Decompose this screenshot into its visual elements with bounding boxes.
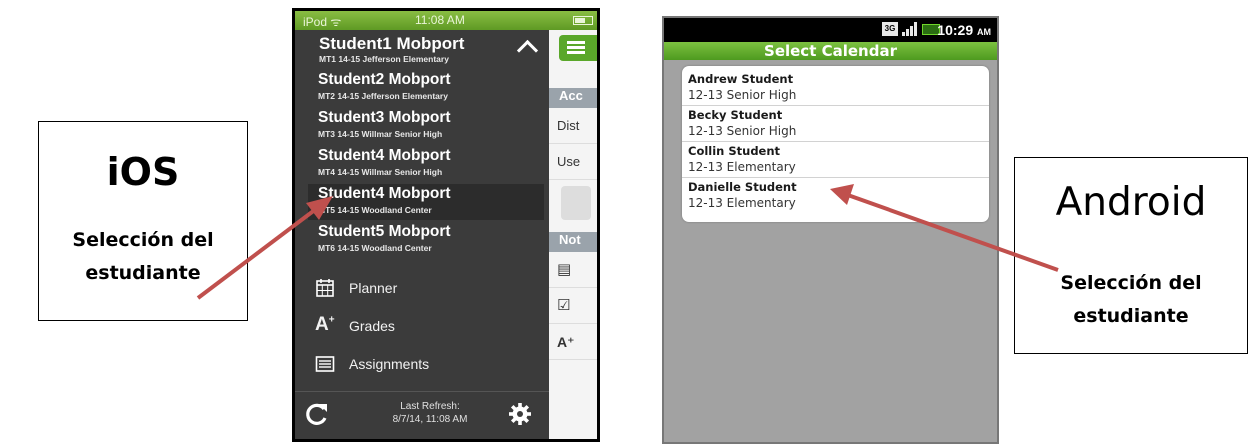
ios-screenshot: iPod ᯤ 11:08 AM Student1 Mobport MT1 14-… [292, 8, 600, 442]
content-row-icon: ☑ [549, 288, 597, 324]
student-detail: MT6 14-15 Woodland Center [318, 243, 432, 253]
last-refresh-text: Last Refresh: 8/7/14, 11:08 AM [375, 400, 485, 426]
current-student-detail: MT1 14-15 Jefferson Elementary [319, 54, 449, 64]
main-content-behind: Acc Dist Use Not ▤ ☑ A⁺ [549, 30, 597, 439]
calendar-icon [316, 279, 334, 297]
student-drawer: Student1 Mobport MT1 14-15 Jefferson Ele… [295, 30, 549, 439]
menu-item-label: Assignments [349, 356, 430, 372]
screen-title: Select Calendar [664, 42, 997, 60]
student-item[interactable]: Student4 Mobport MT5 14-15 Woodland Cent… [308, 184, 544, 220]
grades-icon: A+ [315, 314, 335, 335]
calendar-name: 12-13 Elementary [688, 160, 796, 174]
android-label-caption: Selección del estudiante [1015, 267, 1247, 333]
android-caption-line1: Selección del [1060, 272, 1202, 294]
refresh-icon[interactable] [305, 401, 329, 427]
student-detail: MT5 14-15 Woodland Center [318, 205, 432, 215]
last-refresh-time: 8/7/14, 11:08 AM [392, 414, 468, 425]
section-header: Not [549, 232, 597, 252]
student-name: Student2 Mobport [318, 71, 451, 88]
section-header: Acc [549, 88, 597, 108]
student-name: Collin Student [688, 144, 781, 158]
ios-status-bar: iPod ᯤ 11:08 AM [295, 11, 597, 30]
current-student[interactable]: Student1 Mobport MT1 14-15 Jefferson Ele… [295, 33, 549, 69]
menu-item-grades[interactable]: A+ Grades [309, 314, 539, 340]
wifi-icon: ᯤ [330, 15, 342, 29]
student-name: Student5 Mobport [318, 223, 451, 240]
student-item[interactable]: Student2 Mobport MT2 14-15 Jefferson Ele… [308, 70, 544, 106]
ios-label-title: iOS [106, 150, 180, 194]
list-icon [315, 356, 335, 372]
battery-icon [573, 16, 593, 25]
content-field[interactable] [561, 186, 591, 220]
student-detail: MT3 14-15 Willmar Senior High [318, 129, 443, 139]
menu-item-label: Planner [349, 280, 398, 296]
student-item[interactable]: Student5 Mobport MT6 14-15 Woodland Cent… [308, 222, 544, 258]
student-name: Andrew Student [688, 72, 794, 86]
android-label-box: Android Selección del estudiante [1014, 157, 1248, 354]
drawer-footer: Last Refresh: 8/7/14, 11:08 AM [295, 391, 549, 439]
calendar-name: 12-13 Senior High [688, 88, 797, 102]
student-name: Becky Student [688, 108, 783, 122]
android-label-title: Android [1055, 180, 1207, 225]
status-time: 10:29 AM [937, 22, 991, 38]
student-name: Danielle Student [688, 180, 797, 194]
calendar-item[interactable]: Danielle Student 12-13 Elementary [682, 178, 989, 214]
calendar-item[interactable]: Andrew Student 12-13 Senior High [682, 70, 989, 106]
content-row: Dist [549, 108, 597, 144]
menu-item-planner[interactable]: Planner [309, 276, 539, 302]
calendar-item[interactable]: Becky Student 12-13 Senior High [682, 106, 989, 142]
student-name: Student3 Mobport [318, 109, 451, 126]
menu-button[interactable] [559, 35, 597, 61]
menu-item-label: Grades [349, 318, 395, 334]
android-caption-line2: estudiante [1073, 305, 1189, 327]
student-item[interactable]: Student3 Mobport MT3 14-15 Willmar Senio… [308, 108, 544, 144]
calendar-name: 12-13 Elementary [688, 196, 796, 210]
student-name: Student4 Mobport [318, 185, 451, 202]
ios-label-caption: Selección del estudiante [39, 224, 247, 290]
ios-caption-line1: Selección del [72, 229, 214, 251]
carrier-label: iPod ᯤ [303, 15, 342, 29]
last-refresh-label: Last Refresh: [400, 401, 460, 412]
content-row: Use [549, 144, 597, 180]
ios-label-box: iOS Selección del estudiante [38, 121, 248, 321]
calendar-name: 12-13 Senior High [688, 124, 797, 138]
signal-icon [902, 22, 918, 36]
calendar-list: Andrew Student 12-13 Senior High Becky S… [682, 66, 989, 222]
student-name: Student4 Mobport [318, 147, 451, 164]
content-row-icon: A⁺ [549, 324, 597, 360]
current-student-name: Student1 Mobport [319, 34, 465, 53]
network-3g-icon: 3G [882, 22, 898, 36]
menu-item-assignments[interactable]: Assignments [309, 352, 539, 378]
chevron-up-icon[interactable] [516, 39, 539, 62]
student-detail: MT2 14-15 Jefferson Elementary [318, 91, 448, 101]
content-row-icon: ▤ [549, 252, 597, 288]
android-status-bar: 3G 10:29 AM [664, 18, 997, 42]
gear-icon[interactable] [508, 402, 532, 426]
ios-caption-line2: estudiante [85, 262, 201, 284]
student-detail: MT4 14-15 Willmar Senior High [318, 167, 443, 177]
status-time: 11:08 AM [415, 13, 465, 27]
student-item[interactable]: Student4 Mobport MT4 14-15 Willmar Senio… [308, 146, 544, 182]
android-screenshot: 3G 10:29 AM Select Calendar Andrew Stude… [662, 16, 999, 444]
calendar-item[interactable]: Collin Student 12-13 Elementary [682, 142, 989, 178]
